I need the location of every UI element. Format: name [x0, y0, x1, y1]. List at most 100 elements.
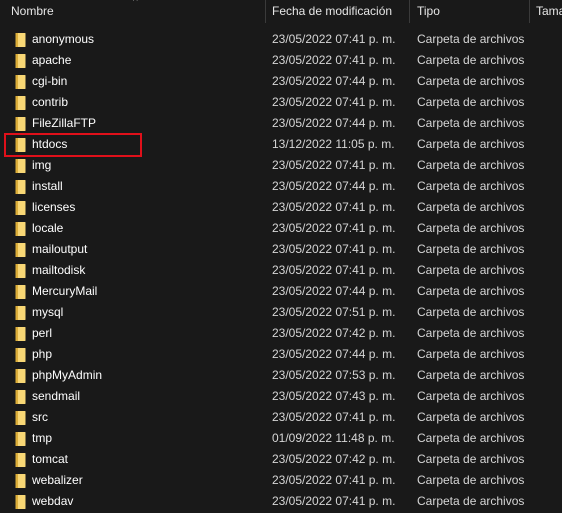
- file-row[interactable]: cgi-bin 23/05/2022 07:44 p. m. Carpeta de …: [0, 71, 562, 92]
- modified-date: 23/05/2022 07:44 p. m.: [272, 116, 396, 130]
- column-header-size[interactable]: Tama: [536, 0, 562, 23]
- folder-icon: [15, 368, 26, 383]
- file-row[interactable]: perl 23/05/2022 07:42 p. m. Carpeta de arc…: [0, 323, 562, 344]
- file-name: install: [32, 179, 63, 193]
- file-row[interactable]: mailtodisk 23/05/2022 07:41 p. m. Carpeta …: [0, 260, 562, 281]
- file-type: Carpeta de archivos: [417, 221, 525, 235]
- modified-date: 23/05/2022 07:41 p. m.: [272, 221, 396, 235]
- modified-date: 23/05/2022 07:42 p. m.: [272, 326, 396, 340]
- file-row[interactable]: src 23/05/2022 07:41 p. m. Carpeta de arch…: [0, 407, 562, 428]
- folder-icon: [15, 263, 26, 278]
- column-header-type[interactable]: Tipo: [417, 0, 523, 23]
- file-row[interactable]: mysql 23/05/2022 07:51 p. m. Carpeta de ar…: [0, 302, 562, 323]
- modified-date: 13/12/2022 11:05 p. m.: [272, 137, 395, 151]
- file-type: Carpeta de archivos: [417, 431, 525, 445]
- modified-date: 23/05/2022 07:41 p. m.: [272, 473, 396, 487]
- modified-date: 23/05/2022 07:41 p. m.: [272, 200, 396, 214]
- file-row[interactable]: locale 23/05/2022 07:41 p. m. Carpeta de a…: [0, 218, 562, 239]
- file-row[interactable]: phpMyAdmin 23/05/2022 07:53 p. m. Carpeta …: [0, 365, 562, 386]
- file-type: Carpeta de archivos: [417, 389, 525, 403]
- column-divider[interactable]: [265, 0, 266, 23]
- modified-date: 23/05/2022 07:51 p. m.: [272, 305, 396, 319]
- file-name: webdav: [32, 494, 74, 508]
- column-header-date[interactable]: Fecha de modificación: [272, 0, 406, 23]
- file-row[interactable]: tmp 01/09/2022 11:48 p. m. Carpeta de arch…: [0, 428, 562, 449]
- folder-icon: [15, 452, 26, 467]
- file-type: Carpeta de archivos: [417, 368, 525, 382]
- file-type: Carpeta de archivos: [417, 116, 525, 130]
- modified-date: 23/05/2022 07:44 p. m.: [272, 347, 396, 361]
- folder-icon: [15, 221, 26, 236]
- file-type: Carpeta de archivos: [417, 74, 525, 88]
- file-row[interactable]: webdav 23/05/2022 07:41 p. m. Carpeta de a…: [0, 491, 562, 512]
- folder-icon: [15, 179, 26, 194]
- file-explorer: Nombre ^ Fecha de modificación Tipo Tam a…: [0, 0, 562, 513]
- file-row[interactable]: contrib 23/05/2022 07:41 p. m. Carpeta de …: [0, 92, 562, 113]
- file-type: Carpeta de archivos: [417, 137, 525, 151]
- file-row[interactable]: sendmail 23/05/2022 07:43 p. m. Carpeta de…: [0, 386, 562, 407]
- file-row[interactable]: anonymous 23/05/2022 07:41 p. m. Carpeta d…: [0, 29, 562, 50]
- file-type: Carpeta de archivos: [417, 494, 525, 508]
- folder-icon: [15, 389, 26, 404]
- file-name: locale: [32, 221, 64, 235]
- folder-icon: [15, 347, 26, 362]
- file-name: perl: [32, 326, 53, 340]
- folder-icon: [15, 116, 26, 131]
- folder-icon: [15, 284, 26, 299]
- modified-date: 23/05/2022 07:41 p. m.: [272, 263, 396, 277]
- file-type: Carpeta de archivos: [417, 53, 525, 67]
- folder-icon: [15, 95, 26, 110]
- file-type: Carpeta de archivos: [417, 32, 525, 46]
- file-type: Carpeta de archivos: [417, 410, 525, 424]
- modified-date: 23/05/2022 07:41 p. m.: [272, 242, 396, 256]
- folder-icon: [15, 410, 26, 425]
- file-name: apache: [32, 53, 72, 67]
- folder-icon: [15, 305, 26, 320]
- file-list: anonymous 23/05/2022 07:41 p. m. Carpeta d…: [0, 29, 562, 512]
- modified-date: 23/05/2022 07:53 p. m.: [272, 368, 396, 382]
- file-name: MercuryMail: [32, 284, 98, 298]
- file-type: Carpeta de archivos: [417, 473, 525, 487]
- file-name: src: [32, 410, 48, 424]
- folder-icon: [15, 326, 26, 341]
- modified-date: 23/05/2022 07:41 p. m.: [272, 158, 396, 172]
- modified-date: 23/05/2022 07:44 p. m.: [272, 179, 396, 193]
- file-name: sendmail: [32, 389, 81, 403]
- folder-icon: [15, 137, 26, 152]
- sort-ascending-icon: ^: [133, 0, 138, 7]
- file-row[interactable]: MercuryMail 23/05/2022 07:44 p. m. Carpeta…: [0, 281, 562, 302]
- file-row[interactable]: licenses 23/05/2022 07:41 p. m. Carpeta de…: [0, 197, 562, 218]
- file-type: Carpeta de archivos: [417, 347, 525, 361]
- modified-date: 23/05/2022 07:41 p. m.: [272, 410, 396, 424]
- file-type: Carpeta de archivos: [417, 95, 525, 109]
- file-row[interactable]: install 23/05/2022 07:44 p. m. Carpeta de …: [0, 176, 562, 197]
- file-name: cgi-bin: [32, 74, 68, 88]
- file-name: img: [32, 158, 52, 172]
- modified-date: 01/09/2022 11:48 p. m.: [272, 431, 395, 445]
- file-row[interactable]: FileZillaFTP 23/05/2022 07:44 p. m. Carpet…: [0, 113, 562, 134]
- column-divider[interactable]: [529, 0, 530, 23]
- file-type: Carpeta de archivos: [417, 284, 525, 298]
- folder-icon: [15, 53, 26, 68]
- column-divider[interactable]: [409, 0, 410, 23]
- file-row[interactable]: mailoutput 23/05/2022 07:41 p. m. Carpeta …: [0, 239, 562, 260]
- folder-icon: [15, 158, 26, 173]
- file-name: licenses: [32, 200, 76, 214]
- file-name: contrib: [32, 95, 69, 109]
- file-type: Carpeta de archivos: [417, 326, 525, 340]
- file-type: Carpeta de archivos: [417, 242, 525, 256]
- file-row[interactable]: tomcat 23/05/2022 07:42 p. m. Carpeta de a…: [0, 449, 562, 470]
- file-row[interactable]: img 23/05/2022 07:41 p. m. Carpeta de arch…: [0, 155, 562, 176]
- file-type: Carpeta de archivos: [417, 179, 525, 193]
- file-row[interactable]: apache 23/05/2022 07:41 p. m. Carpeta de a…: [0, 50, 562, 71]
- file-type: Carpeta de archivos: [417, 263, 525, 277]
- file-row[interactable]: php 23/05/2022 07:44 p. m. Carpeta de arch…: [0, 344, 562, 365]
- file-name: FileZillaFTP: [32, 116, 97, 130]
- file-row[interactable]: webalizer 23/05/2022 07:41 p. m. Carpeta d…: [0, 470, 562, 491]
- folder-icon: [15, 494, 26, 509]
- modified-date: 23/05/2022 07:41 p. m.: [272, 53, 396, 67]
- file-row[interactable]: htdocs 13/12/2022 11:05 p. m. Carpeta de a…: [0, 134, 562, 155]
- file-name: tomcat: [32, 452, 69, 466]
- modified-date: 23/05/2022 07:44 p. m.: [272, 284, 396, 298]
- modified-date: 23/05/2022 07:43 p. m.: [272, 389, 396, 403]
